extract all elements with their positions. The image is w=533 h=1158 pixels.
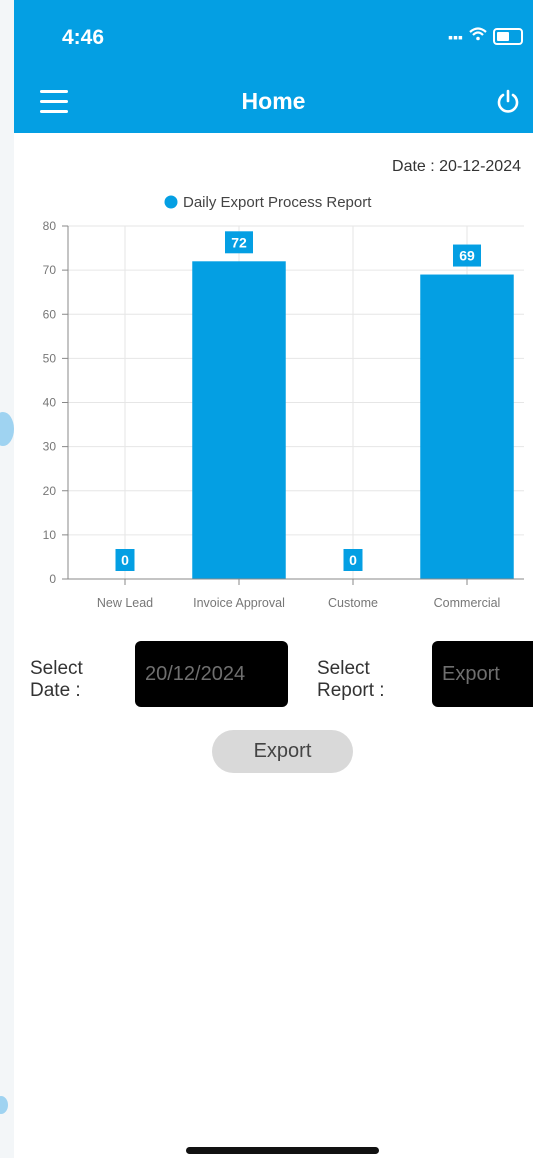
bar: [420, 274, 514, 579]
data-label: 0: [121, 552, 129, 568]
status-icons: ▪▪▪: [448, 27, 523, 46]
y-tick-label: 40: [43, 396, 57, 410]
y-tick-label: 50: [43, 351, 57, 365]
report-date: Date : 20-12-2024: [392, 158, 521, 175]
x-tick-label: Commercial: [434, 596, 501, 610]
select-date-label: Select Date :: [30, 658, 83, 701]
page-title: Home: [241, 88, 306, 114]
date-picker-field[interactable]: 20/12/2024: [135, 641, 288, 707]
y-tick-label: 80: [43, 219, 57, 233]
chart-legend: Daily Export Process Report: [164, 194, 372, 211]
battery-icon: [493, 28, 523, 45]
export-button-label: Export: [253, 740, 312, 762]
app-header: 4:46 ▪▪▪ Home: [14, 0, 533, 133]
legend-marker: [164, 195, 178, 209]
y-tick-label: 30: [43, 440, 57, 454]
y-tick-label: 20: [43, 484, 57, 498]
data-label: 72: [231, 234, 247, 250]
data-label: 69: [459, 248, 475, 264]
data-label: 0: [349, 552, 357, 568]
wifi-icon: [469, 27, 487, 46]
x-tick-label: New Lead: [97, 596, 153, 610]
home-indicator: [186, 1147, 379, 1154]
status-time: 4:46: [62, 26, 105, 49]
x-tick-label: Invoice Approval: [193, 596, 285, 610]
power-icon[interactable]: [495, 89, 521, 120]
y-tick-label: 60: [43, 307, 57, 321]
select-report-label: Select Report :: [317, 658, 385, 701]
signal-icon: ▪▪▪: [448, 28, 463, 45]
x-tick-label: Custome: [328, 596, 378, 610]
export-bar-chart: 0 72 0 69 0 10 20 30 40 50 60 70 80 New Lead Invoice …: [43, 194, 524, 610]
export-button[interactable]: Export: [212, 730, 353, 773]
report-value: Export: [442, 662, 500, 685]
y-tick-label: 10: [43, 528, 57, 542]
report-select-field[interactable]: Export: [432, 641, 533, 707]
date-value: 20/12/2024: [145, 662, 246, 685]
bar: [192, 261, 286, 579]
legend-label: Daily Export Process Report: [183, 194, 372, 211]
y-tick-label: 0: [49, 572, 56, 586]
chart-bars: 0 72 0 69: [115, 231, 514, 579]
y-tick-label: 70: [43, 263, 57, 277]
